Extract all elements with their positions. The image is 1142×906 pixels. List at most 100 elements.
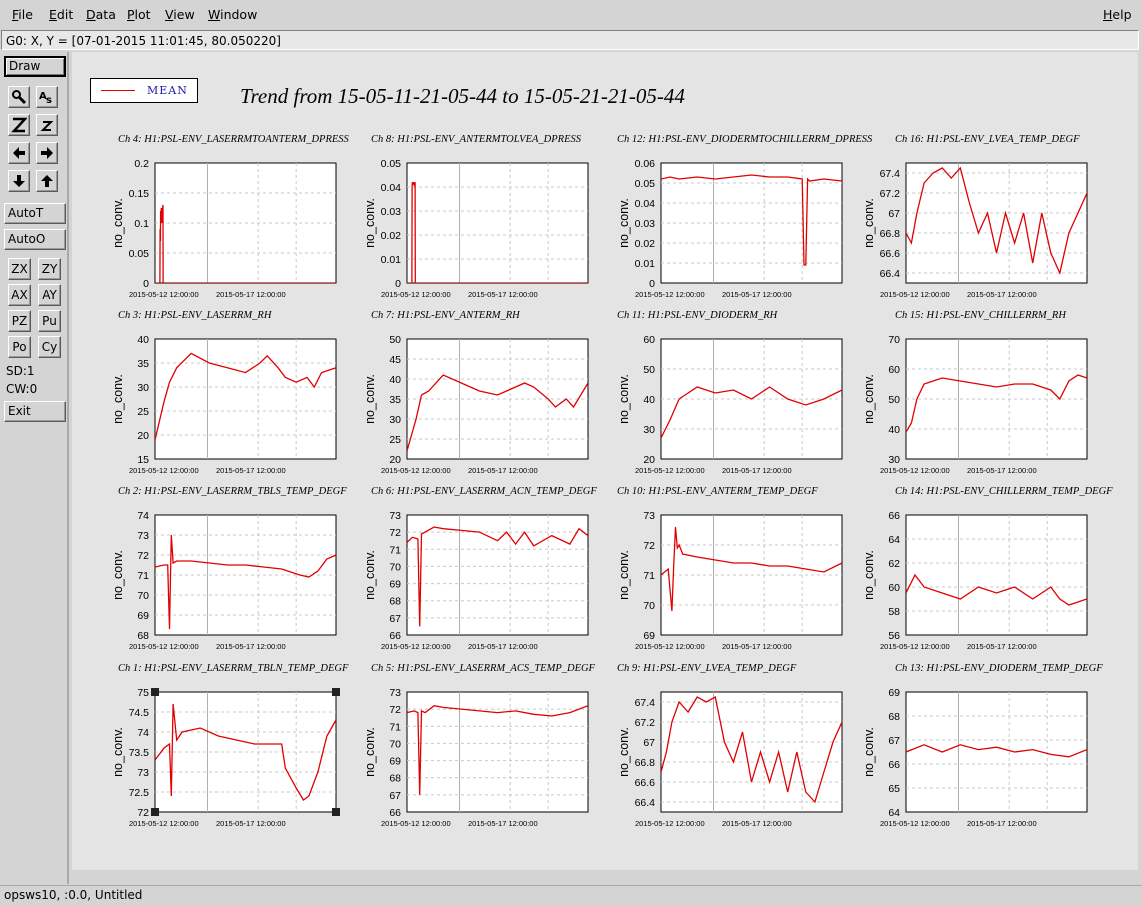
y-tick-label: 70 bbox=[389, 738, 401, 750]
y-tick-label: 25 bbox=[137, 406, 149, 418]
y-tick-label: 73.5 bbox=[129, 747, 150, 759]
chart-title: Ch 9: H1:PSL-ENV_LVEA_TEMP_DEGF bbox=[617, 663, 797, 674]
y-tick-label: 30 bbox=[389, 414, 401, 426]
y-tick-label: 69 bbox=[137, 610, 149, 622]
y-axis-label: no_conv. bbox=[111, 374, 125, 424]
x-tick-label: 2015-05-12 12:00:00 bbox=[129, 642, 199, 651]
chart-9[interactable]: Ch 2: H1:PSL-ENV_LASERRM_TBLS_TEMP_DEGF 6… bbox=[111, 486, 347, 651]
y-tick-label: 0.05 bbox=[381, 158, 402, 170]
y-tick-label: 72 bbox=[643, 540, 655, 552]
y-tick-label: 40 bbox=[643, 394, 655, 406]
y-tick-label: 0.04 bbox=[635, 198, 656, 210]
y-tick-label: 71 bbox=[643, 570, 655, 582]
chart-1[interactable]: Ch 4: H1:PSL-ENV_LASERRMTOANTERM_DPRESS 0… bbox=[111, 134, 350, 299]
chart-3[interactable]: Ch 12: H1:PSL-ENV_DIODERMTOCHILLERRM_DPR… bbox=[617, 134, 873, 299]
chart-frame bbox=[154, 338, 337, 460]
chart-14[interactable]: Ch 5: H1:PSL-ENV_LASERRM_ACS_TEMP_DEGF 66… bbox=[363, 663, 596, 828]
y-tick-label: 30 bbox=[888, 454, 900, 466]
x-tick-label: 2015-05-17 12:00:00 bbox=[216, 642, 286, 651]
y-axis-label: no_conv. bbox=[862, 374, 876, 424]
y-axis-label: no_conv. bbox=[862, 550, 876, 600]
y-tick-label: 74 bbox=[137, 510, 149, 522]
y-axis-label: no_conv. bbox=[617, 198, 631, 248]
x-tick-label: 2015-05-12 12:00:00 bbox=[635, 290, 705, 299]
y-tick-label: 20 bbox=[137, 430, 149, 442]
x-tick-label: 2015-05-12 12:00:00 bbox=[381, 642, 451, 651]
chart-13[interactable]: Ch 1: H1:PSL-ENV_LASERRM_TBLN_TEMP_DEGF 7… bbox=[111, 663, 349, 828]
y-axis-label: no_conv. bbox=[111, 727, 125, 777]
y-tick-label: 66 bbox=[888, 510, 900, 522]
x-tick-label: 2015-05-17 12:00:00 bbox=[967, 466, 1037, 475]
chart-4[interactable]: Ch 16: H1:PSL-ENV_LVEA_TEMP_DEGF 66.4 66.6… bbox=[862, 134, 1088, 299]
y-axis-label: no_conv. bbox=[617, 550, 631, 600]
chart-10[interactable]: Ch 6: H1:PSL-ENV_LASERRM_ACN_TEMP_DEGF 66… bbox=[363, 486, 597, 651]
selection-handle[interactable] bbox=[151, 688, 159, 696]
chart-12[interactable]: Ch 14: H1:PSL-ENV_CHILLERRM_TEMP_DEGF 56 5… bbox=[862, 486, 1113, 651]
y-tick-label: 64 bbox=[888, 534, 900, 546]
y-tick-label: 67 bbox=[643, 737, 655, 749]
chart-title: Ch 14: H1:PSL-ENV_CHILLERRM_TEMP_DEGF bbox=[895, 486, 1113, 497]
y-tick-label: 60 bbox=[888, 364, 900, 376]
y-axis-label: no_conv. bbox=[363, 374, 377, 424]
y-tick-label: 0.05 bbox=[129, 248, 150, 260]
y-axis-label: no_conv. bbox=[363, 727, 377, 777]
y-tick-label: 0.05 bbox=[635, 178, 656, 190]
x-tick-label: 2015-05-17 12:00:00 bbox=[967, 290, 1037, 299]
chart-11[interactable]: Ch 10: H1:PSL-ENV_ANTERM_TEMP_DEGF 69 70 71… bbox=[617, 486, 843, 651]
y-tick-label: 62 bbox=[888, 558, 900, 570]
chart-6[interactable]: Ch 7: H1:PSL-ENV_ANTERM_RH 20 25 30 35 40 45 50… bbox=[363, 310, 589, 475]
y-tick-label: 73 bbox=[137, 767, 149, 779]
y-axis-label: no_conv. bbox=[862, 727, 876, 777]
x-tick-label: 2015-05-12 12:00:00 bbox=[880, 290, 950, 299]
y-tick-label: 0.02 bbox=[635, 238, 656, 250]
x-tick-label: 2015-05-17 12:00:00 bbox=[468, 642, 538, 651]
x-tick-label: 2015-05-17 12:00:00 bbox=[722, 642, 792, 651]
y-tick-label: 64 bbox=[888, 807, 900, 819]
x-tick-label: 2015-05-12 12:00:00 bbox=[880, 466, 950, 475]
x-tick-label: 2015-05-12 12:00:00 bbox=[381, 290, 451, 299]
y-tick-label: 66 bbox=[389, 630, 401, 642]
chart-title: Ch 16: H1:PSL-ENV_LVEA_TEMP_DEGF bbox=[895, 134, 1080, 145]
x-tick-label: 2015-05-17 12:00:00 bbox=[722, 290, 792, 299]
chart-16[interactable]: Ch 13: H1:PSL-ENV_DIODERM_TEMP_DEGF 64 65 6… bbox=[862, 663, 1103, 828]
x-tick-label: 2015-05-12 12:00:00 bbox=[635, 642, 705, 651]
y-tick-label: 74 bbox=[137, 727, 149, 739]
y-tick-label: 0.06 bbox=[635, 158, 656, 170]
y-tick-label: 74.5 bbox=[129, 707, 150, 719]
selection-handle[interactable] bbox=[332, 808, 340, 816]
y-tick-label: 0.03 bbox=[635, 218, 656, 230]
y-tick-label: 73 bbox=[137, 530, 149, 542]
y-axis-label: no_conv. bbox=[111, 198, 125, 248]
selection-handle[interactable] bbox=[332, 688, 340, 696]
y-tick-label: 72 bbox=[137, 550, 149, 562]
chart-title: Ch 11: H1:PSL-ENV_DIODERM_RH bbox=[617, 310, 779, 321]
y-tick-label: 73 bbox=[643, 510, 655, 522]
y-tick-label: 15 bbox=[137, 454, 149, 466]
y-tick-label: 68 bbox=[888, 711, 900, 723]
y-tick-label: 67.2 bbox=[880, 188, 901, 200]
y-tick-label: 67.4 bbox=[880, 168, 901, 180]
y-tick-label: 69 bbox=[643, 630, 655, 642]
y-tick-label: 66.8 bbox=[880, 228, 901, 240]
chart-15[interactable]: Ch 9: H1:PSL-ENV_LVEA_TEMP_DEGF 66.4 66.6 6… bbox=[617, 663, 843, 828]
y-tick-label: 50 bbox=[389, 334, 401, 346]
y-tick-label: 70 bbox=[389, 561, 401, 573]
chart-7[interactable]: Ch 11: H1:PSL-ENV_DIODERM_RH 20 30 40 50 60 20… bbox=[617, 310, 843, 475]
y-tick-label: 0.1 bbox=[134, 218, 149, 230]
selection-handle[interactable] bbox=[151, 808, 159, 816]
y-tick-label: 72 bbox=[389, 527, 401, 539]
y-tick-label: 60 bbox=[643, 334, 655, 346]
y-tick-label: 66.4 bbox=[635, 797, 656, 809]
x-tick-label: 2015-05-17 12:00:00 bbox=[468, 466, 538, 475]
y-tick-label: 58 bbox=[888, 606, 900, 618]
y-tick-label: 70 bbox=[888, 334, 900, 346]
x-tick-label: 2015-05-12 12:00:00 bbox=[381, 819, 451, 828]
chart-2[interactable]: Ch 8: H1:PSL-ENV_ANTERMTOLVEA_DPRESS 0 0.0… bbox=[363, 134, 589, 299]
x-tick-label: 2015-05-17 12:00:00 bbox=[468, 819, 538, 828]
y-axis-label: no_conv. bbox=[363, 550, 377, 600]
x-tick-label: 2015-05-12 12:00:00 bbox=[129, 819, 199, 828]
chart-5[interactable]: Ch 3: H1:PSL-ENV_LASERRM_RH 15 20 25 30 35 40 2… bbox=[111, 310, 337, 475]
x-tick-label: 2015-05-12 12:00:00 bbox=[880, 642, 950, 651]
chart-8[interactable]: Ch 15: H1:PSL-ENV_CHILLERRM_RH 30 40 50 60 70… bbox=[862, 310, 1088, 475]
y-tick-label: 67 bbox=[888, 735, 900, 747]
